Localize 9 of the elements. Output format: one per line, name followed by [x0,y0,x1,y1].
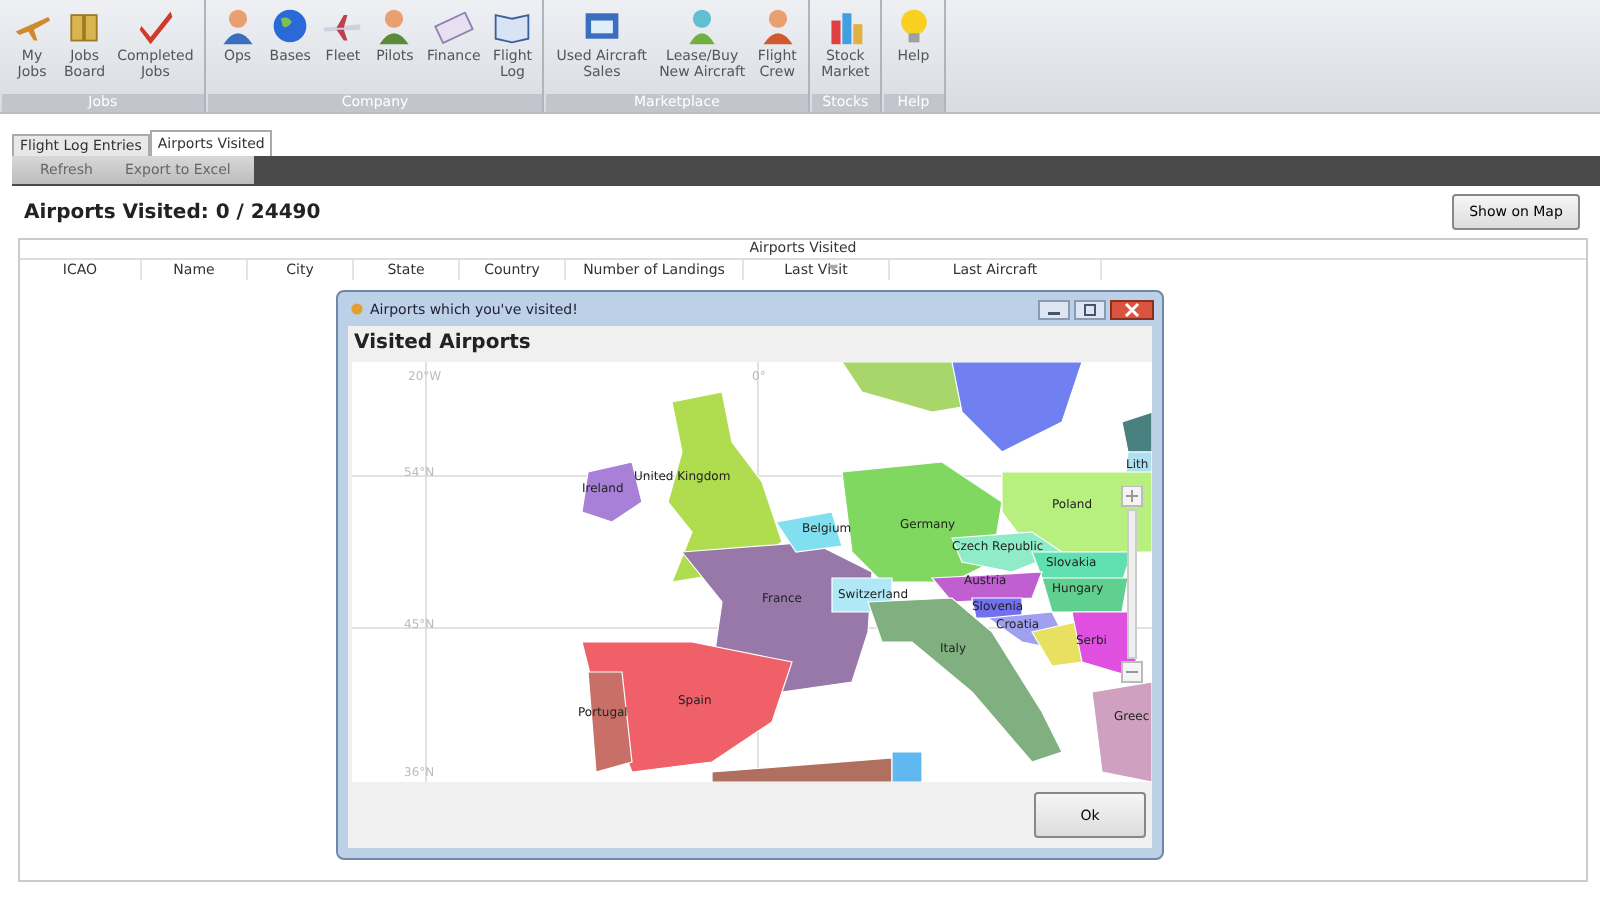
maximize-icon[interactable] [1074,299,1106,319]
checkmark-icon [135,6,176,46]
minimize-icon[interactable] [1038,299,1070,319]
globe-icon [270,6,311,46]
dialog-heading: Visited Airports [352,330,533,358]
zoom-slider-icon[interactable] [1120,486,1144,686]
close-icon[interactable] [1110,299,1154,319]
app-icon [350,302,364,316]
summary-title: Airports Visited: 0 / 24490 [24,201,321,223]
